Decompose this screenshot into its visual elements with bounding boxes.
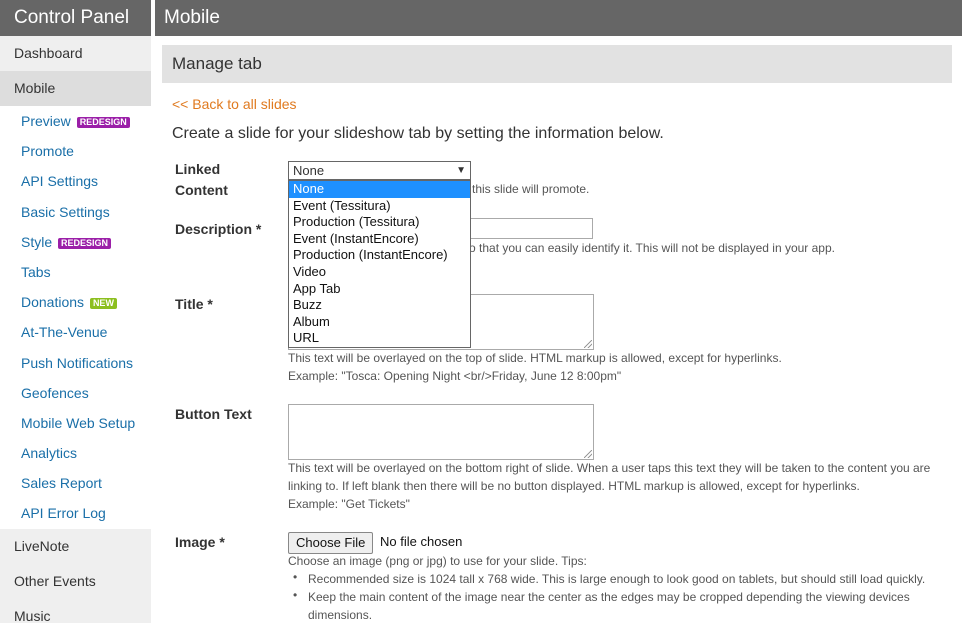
title-help: This text will be overlayed on the top o… [288,351,782,365]
button-text-help-line1: This text will be overlayed on the botto… [288,461,931,475]
dropdown-option-app-tab[interactable]: App Tab [289,281,470,298]
sidebar-item-label: Donations [21,294,85,311]
sidebar-item-livenote[interactable]: LiveNote [0,529,151,564]
dropdown-option-url[interactable]: URL [289,330,470,347]
sidebar-item-label: Analytics [21,445,78,462]
bullet-icon: • [293,588,298,602]
button-text-help-line2: linking to. If left blank then there wil… [288,479,860,493]
sidebar-item-mobile[interactable]: Mobile [0,71,151,106]
sidebar-item-label: At-The-Venue [21,324,108,341]
sidebar-item-label: Tabs [21,263,51,280]
description-help: o that you can easily identify it. This … [469,241,835,255]
sidebar-item-at-the-venue[interactable]: At-The-Venue [0,317,151,347]
dropdown-option-production-tessitura[interactable]: Production (Tessitura) [289,214,470,231]
linked-content-selected-value: None [293,163,325,178]
sidebar-item-label: Sales Report [21,475,102,492]
section-title: Manage tab [172,54,262,73]
title-example: Example: "Tosca: Opening Night <br/>Frid… [288,369,622,383]
linked-content-dropdown-list[interactable]: None Event (Tessitura) Production (Tessi… [288,180,471,348]
file-status: No file chosen [380,534,463,549]
intro-text: Create a slide for your slideshow tab by… [172,125,664,142]
sidebar-item-label: Preview [21,113,71,129]
sidebar-item-api-settings[interactable]: API Settings [0,166,151,196]
redesign-badge: REDESIGN [76,117,130,128]
sidebar-item-sales-report[interactable]: Sales Report [0,468,151,498]
sidebar-item-label: Mobile Web Setup [21,414,136,431]
sidebar-item-label: Basic Settings [21,203,110,220]
linked-content-label-line1: Linked [175,161,221,177]
sidebar-item-label: API Error Log [21,505,106,522]
linked-content-select[interactable]: None ▼ [288,161,471,180]
sidebar-item-preview[interactable]: Preview REDESIGN [0,106,151,136]
sidebar-item-push-notifications[interactable]: Push Notifications [0,348,151,378]
bullet-icon: • [293,570,298,584]
dropdown-option-buzz[interactable]: Buzz [289,297,470,314]
image-tip-continued: dimensions. [308,608,373,622]
sidebar-item-geofences[interactable]: Geofences [0,378,151,408]
button-text-textarea[interactable] [288,404,594,460]
linked-content-label-line2: Content [175,182,228,198]
resize-handle-icon[interactable] [584,450,592,458]
new-badge: NEW [89,298,117,310]
dropdown-option-event-tessitura[interactable]: Event (Tessitura) [289,198,470,215]
sidebar-subnav: Preview REDESIGN Promote API Settings Ba… [0,106,151,529]
sidebar-item-promote[interactable]: Promote [0,136,151,166]
dropdown-option-event-instantencore[interactable]: Event (InstantEncore) [289,231,470,248]
sidebar-item-tabs[interactable]: Tabs [0,257,151,287]
image-tip: Keep the main content of the image near … [308,590,910,604]
image-tip: Recommended size is 1024 tall x 768 wide… [308,572,926,586]
dropdown-option-video[interactable]: Video [289,264,470,281]
title-label: Title * [175,296,213,312]
sidebar-item-label: API Settings [21,173,99,190]
sidebar: Control Panel Dashboard Mobile Preview R… [0,0,151,624]
button-text-example: Example: "Get Tickets" [288,497,410,511]
sidebar-item-donations[interactable]: Donations NEW [0,287,151,317]
page-title: Mobile [164,7,220,28]
sidebar-item-dashboard[interactable]: Dashboard [0,36,151,71]
sidebar-item-label: Push Notifications [21,354,134,371]
image-label: Image * [175,534,225,550]
image-help: Choose an image (png or jpg) to use for … [288,554,587,568]
linked-content-help: this slide will promote. [472,182,590,196]
sidebar-item-label: Style [21,233,53,250]
sidebar-item-style[interactable]: Style REDESIGN [0,227,151,257]
sidebar-item-music[interactable]: Music [0,599,151,634]
page-header: Mobile [155,0,962,36]
section-header: Manage tab [162,45,952,83]
dropdown-option-production-instantencore[interactable]: Production (InstantEncore) [289,247,470,264]
back-to-slides-link[interactable]: << Back to all slides [172,96,297,112]
dropdown-arrow-icon: ▼ [456,165,466,176]
sidebar-item-api-error-log[interactable]: API Error Log [0,498,151,528]
sidebar-item-basic-settings[interactable]: Basic Settings [0,197,151,227]
dropdown-option-none[interactable]: None [289,181,470,198]
resize-handle-icon[interactable] [584,340,592,348]
main-content: Manage tab << Back to all slides Create … [155,36,962,623]
sidebar-item-label: Promote [21,143,74,160]
sidebar-item-label: Geofences [21,384,89,401]
sidebar-item-analytics[interactable]: Analytics [0,438,151,468]
choose-file-button[interactable]: Choose File [288,532,374,554]
redesign-badge: REDESIGN [58,237,112,249]
sidebar-title: Control Panel [0,0,151,36]
dropdown-option-album[interactable]: Album [289,314,470,331]
sidebar-item-mobile-web-setup[interactable]: Mobile Web Setup [0,408,151,438]
description-label: Description * [175,221,262,237]
button-text-label: Button Text [175,406,252,422]
sidebar-item-other-events[interactable]: Other Events [0,564,151,599]
